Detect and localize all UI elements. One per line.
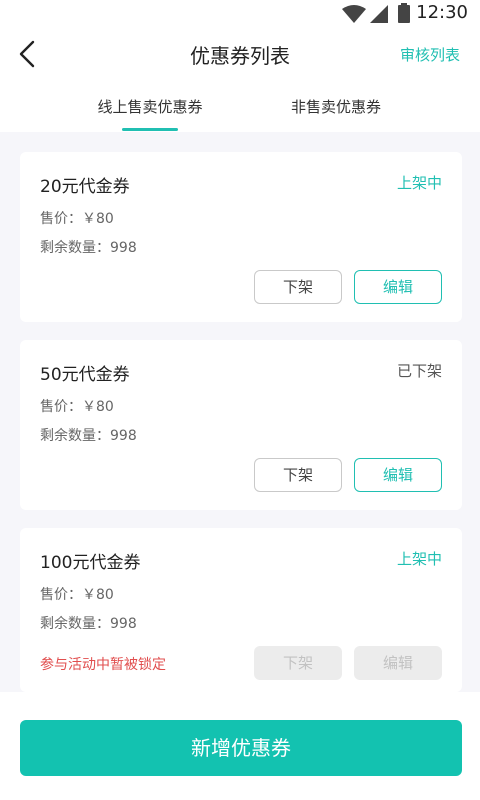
signal-icon: [370, 5, 388, 23]
locked-notice: 参与活动中暂被锁定: [40, 657, 166, 673]
edit-button-disabled: 编辑: [354, 646, 442, 680]
edit-button[interactable]: 编辑: [354, 458, 442, 492]
status-time: 12:30: [416, 2, 468, 23]
header-area: 12:30 优惠券列表 审核列表 线上售卖优惠券 非售卖优惠券: [0, 0, 480, 132]
coupon-status: 已下架: [396, 362, 442, 380]
tab-bar: 线上售卖优惠券 非售卖优惠券: [0, 90, 480, 132]
status-bar: 12:30: [0, 0, 480, 28]
coupon-price: 售价：￥80: [40, 211, 114, 227]
review-list-link[interactable]: 审核列表: [400, 44, 460, 65]
coupon-card: 20元代金券 上架中 售价：￥80 剩余数量：998 下架 编辑: [20, 152, 462, 322]
add-coupon-button[interactable]: 新增优惠券: [20, 720, 462, 776]
nav-bar: 优惠券列表 审核列表: [0, 30, 480, 78]
delist-button-disabled: 下架: [254, 646, 342, 680]
coupon-quantity: 剩余数量：998: [40, 428, 137, 444]
coupon-card: 100元代金券 上架中 售价：￥80 剩余数量：998 参与活动中暂被锁定 下架…: [20, 528, 462, 692]
coupon-price: 售价：￥80: [40, 399, 114, 415]
wifi-icon: [342, 5, 366, 23]
active-tab-indicator: [122, 128, 178, 131]
coupon-title: 50元代金券: [40, 365, 130, 385]
footer-bar: 新增优惠券: [0, 692, 480, 800]
coupon-quantity: 剩余数量：998: [40, 240, 137, 256]
delist-button[interactable]: 下架: [254, 458, 342, 492]
tab-online-sale-coupons[interactable]: 线上售卖优惠券: [70, 96, 230, 117]
coupon-price: 售价：￥80: [40, 587, 114, 603]
edit-button[interactable]: 编辑: [354, 270, 442, 304]
coupon-quantity: 剩余数量：998: [40, 616, 137, 632]
coupon-card: 50元代金券 已下架 售价：￥80 剩余数量：998 下架 编辑: [20, 340, 462, 510]
coupon-title: 100元代金券: [40, 553, 141, 573]
delist-button[interactable]: 下架: [254, 270, 342, 304]
coupon-status: 上架中: [396, 174, 442, 192]
coupon-status: 上架中: [396, 550, 442, 568]
battery-icon: [398, 3, 410, 23]
coupon-title: 20元代金券: [40, 177, 130, 197]
tab-non-sale-coupons[interactable]: 非售卖优惠券: [256, 96, 416, 117]
